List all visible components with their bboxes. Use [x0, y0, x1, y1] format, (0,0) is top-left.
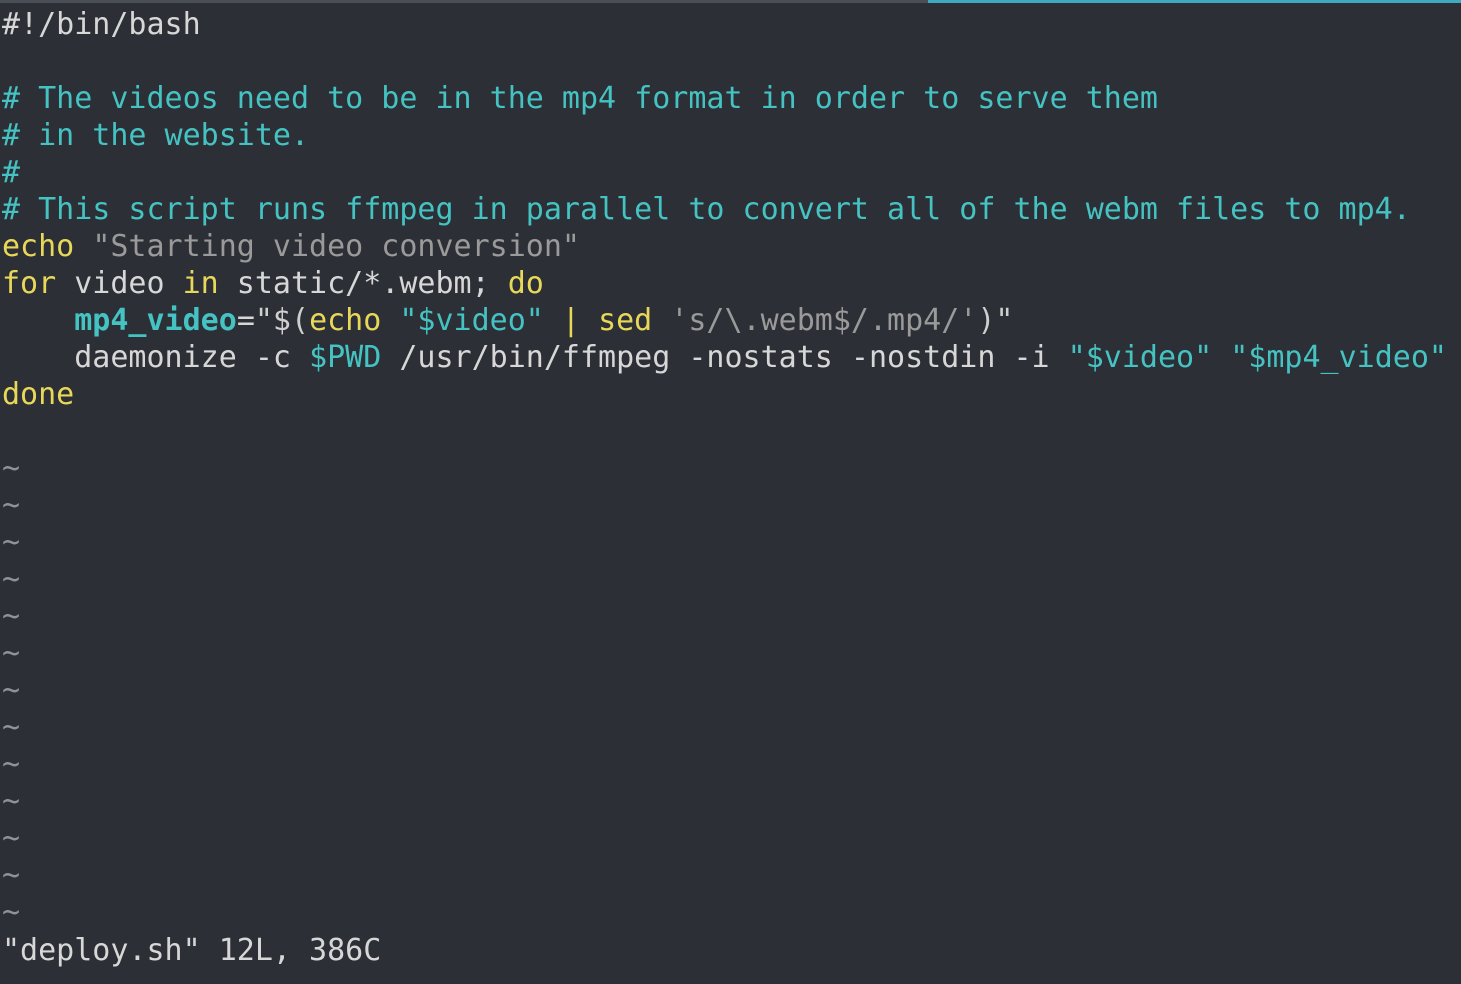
keyword-echo: echo	[2, 229, 75, 264]
loop-variable: video	[56, 266, 183, 301]
empty-line-marker: ~	[2, 636, 21, 671]
empty-line-marker: ~	[2, 747, 21, 782]
quoted-variable: "$video"	[399, 303, 544, 338]
empty-line-marker: ~	[2, 525, 21, 560]
glob-pattern: static/*.webm;	[218, 266, 508, 301]
file-status-message: "deploy.sh" 12L, 386C	[2, 933, 382, 968]
empty-line-marker: ~	[2, 599, 21, 634]
string-literal: "Starting video conversion"	[92, 229, 580, 264]
variable-assignment: mp4_video	[74, 303, 237, 338]
terminal-window[interactable]: #!/bin/bash # The videos need to be in t…	[0, 0, 1461, 984]
code-line-4: # in the website.	[2, 118, 310, 153]
empty-line-marker: ~	[2, 451, 21, 486]
keyword-echo: echo	[309, 303, 382, 338]
code-line-5: #	[2, 155, 21, 190]
empty-line-marker: ~	[2, 562, 21, 597]
pipe: |	[543, 303, 599, 338]
equals-sign: =	[236, 303, 255, 338]
code-line-10: daemonize -c $PWD /usr/bin/ffmpeg -nosta…	[2, 339, 1459, 376]
pwd-variable: $PWD	[309, 340, 382, 375]
empty-line-marker: ~	[2, 710, 21, 745]
code-line-11: done	[2, 376, 1459, 413]
sed-expression: 's/\.webm$/.mp4/'	[670, 303, 978, 338]
code-line-8: for video in static/*.webm; do	[2, 265, 1459, 302]
code-line-3: # The videos need to be in the mp4 forma…	[2, 81, 1158, 116]
active-tab-indicator	[928, 0, 1461, 3]
keyword-done: done	[2, 377, 75, 412]
empty-line-marker: ~	[2, 488, 21, 523]
code-line-1: #!/bin/bash	[2, 7, 201, 42]
subshell-open: "$(	[254, 303, 310, 338]
keyword-for: for	[2, 266, 57, 301]
quoted-video-variable: "$video"	[1067, 340, 1213, 375]
quoted-mp4-variable: "$mp4_video"	[1230, 340, 1447, 375]
daemonize-command: daemonize -c	[74, 340, 310, 375]
empty-line-marker: ~	[2, 858, 21, 893]
keyword-do: do	[507, 266, 544, 301]
keyword-in: in	[182, 266, 219, 301]
editor-buffer[interactable]: #!/bin/bash # The videos need to be in t…	[2, 6, 1459, 931]
ffmpeg-command: /usr/bin/ffmpeg -nostats -nostdin -i	[381, 340, 1068, 375]
keyword-sed: sed	[598, 303, 653, 338]
code-line-7: echo "Starting video conversion"	[2, 228, 1459, 265]
subshell-close: )"	[977, 303, 1014, 338]
empty-line-marker: ~	[2, 895, 21, 930]
code-line-6: # This script runs ffmpeg in parallel to…	[2, 192, 1411, 227]
code-line-9: mp4_video="$(echo "$video" | sed 's/\.we…	[2, 302, 1459, 339]
empty-line-marker: ~	[2, 784, 21, 819]
empty-line-marker: ~	[2, 821, 21, 856]
empty-line-marker: ~	[2, 673, 21, 708]
